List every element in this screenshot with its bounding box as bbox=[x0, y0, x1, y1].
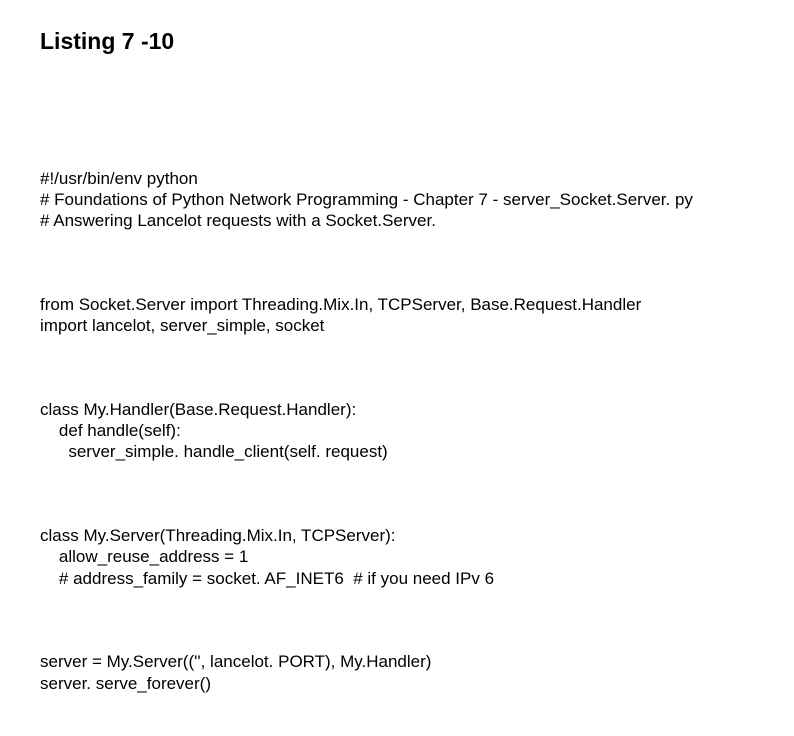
listing-title: Listing 7 -10 bbox=[40, 24, 754, 55]
code-paragraph: #!/usr/bin/env python # Foundations of P… bbox=[40, 168, 754, 232]
code-paragraph: class My.Handler(Base.Request.Handler): … bbox=[40, 399, 754, 463]
code-paragraph: from Socket.Server import Threading.Mix.… bbox=[40, 294, 754, 337]
code-paragraph: server = My.Server(('', lancelot. PORT),… bbox=[40, 651, 754, 694]
page-container: Listing 7 -10 #!/usr/bin/env python # Fo… bbox=[0, 0, 794, 595]
code-block: #!/usr/bin/env python # Foundations of P… bbox=[40, 125, 754, 736]
code-paragraph: class My.Server(Threading.Mix.In, TCPSer… bbox=[40, 525, 754, 589]
